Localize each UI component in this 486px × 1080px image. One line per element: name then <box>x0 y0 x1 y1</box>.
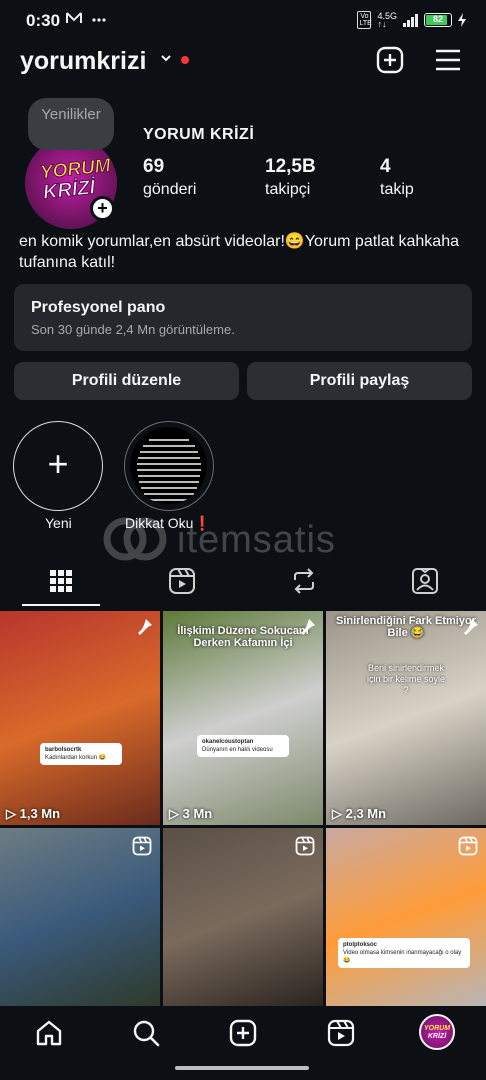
post-comment-overlay: okanelcoustoptan Dünyanın en haklı video… <box>197 735 289 757</box>
charging-icon <box>458 13 466 27</box>
post-views: ▷ 1,3 Mn <box>6 806 61 821</box>
reel-icon <box>458 836 478 856</box>
home-icon[interactable] <box>34 1018 64 1048</box>
edit-profile-button[interactable]: Profili düzenle <box>14 362 239 400</box>
tab-tagged[interactable] <box>410 566 440 596</box>
grid-post-1[interactable]: barbolsocrtk Kadınlardan korkun 😂 ▷ 1,3 … <box>0 611 160 825</box>
highlight-cover-text-thumbnail <box>130 427 207 504</box>
post-comment-overlay: barbolsocrtk Kadınlardan korkun 😂 <box>40 743 122 765</box>
reel-icon <box>295 836 315 856</box>
posts-grid: barbolsocrtk Kadınlardan korkun 😂 ▷ 1,3 … <box>0 611 486 1006</box>
nav-avatar-logo-text: YORUM KRİZİ <box>423 1025 451 1040</box>
profile-nav-avatar[interactable]: YORUM KRİZİ <box>419 1014 455 1050</box>
post-thumbnail <box>0 611 160 825</box>
grid-post-4[interactable] <box>0 828 160 1006</box>
stat-label: gönderi <box>143 181 197 198</box>
stat-label: takipçi <box>265 181 311 198</box>
comment-user: ptolptoksoc <box>343 942 377 948</box>
more-notifications-icon <box>92 18 106 22</box>
post-views: ▷ 2,3 Mn <box>332 806 387 821</box>
comment-user: okanelcoustoptan <box>202 739 254 745</box>
plus-icon: + <box>47 443 69 484</box>
create-post-icon[interactable] <box>228 1018 258 1048</box>
watermark: itemsatis <box>103 517 385 561</box>
stat-label: takip <box>380 181 414 198</box>
comment-text: Kadınlardan korkun 😂 <box>45 755 107 761</box>
highlight-label-new: Yeni <box>45 515 72 531</box>
reel-icon <box>132 836 152 856</box>
post-thumbnail <box>326 611 486 825</box>
view-count: 2,3 Mn <box>345 806 387 821</box>
profile-note[interactable]: Yenilikler <box>28 98 114 150</box>
stat-value: 12,5B <box>265 156 316 177</box>
search-icon[interactable] <box>131 1018 161 1048</box>
post-overlay-text: Beni sinirlendirmek için bir kelime söyl… <box>366 663 446 695</box>
profile-header: yorumkrizi <box>0 42 486 82</box>
share-profile-button[interactable]: Profili paylaş <box>247 362 472 400</box>
comment-text: Dünyanın en haklı videosu <box>202 747 273 753</box>
stat-value: 69 <box>143 156 165 177</box>
profile-tabs <box>0 556 486 608</box>
add-story-icon[interactable]: + <box>90 196 115 221</box>
battery-percent: 82 <box>432 14 443 24</box>
post-comment-overlay: ptolptoksoc Video olmasa kimsenin inanma… <box>338 938 470 968</box>
new-highlight-button[interactable]: + <box>13 421 103 511</box>
active-tab-indicator <box>22 604 100 606</box>
dashboard-title: Profesyonel pano <box>31 299 166 316</box>
notification-dot <box>181 56 189 64</box>
reels-nav-icon[interactable] <box>326 1018 356 1048</box>
chevron-down-icon[interactable] <box>160 52 172 64</box>
display-name: YORUM KRİZİ <box>143 126 255 143</box>
watermark-logo-icon <box>103 517 167 561</box>
view-count: 1,3 Mn <box>19 806 61 821</box>
tab-posts-grid[interactable] <box>46 566 76 596</box>
grid-post-2[interactable]: İlişkimi Düzene Sokucam Derken Kafamın İ… <box>163 611 323 825</box>
stat-followers[interactable]: 12,5B takipçi <box>265 156 316 199</box>
tab-reels[interactable] <box>167 566 197 596</box>
status-bar: 0:30 Vo LTE 4.5G ↑↓ 82 <box>0 0 486 40</box>
comment-user: barbolsocrtk <box>45 747 82 753</box>
pin-icon <box>464 619 478 635</box>
battery-icon: 82 <box>424 13 452 27</box>
status-time: 0:30 <box>26 11 61 30</box>
mail-icon <box>66 12 82 23</box>
view-count: 3 Mn <box>182 806 213 821</box>
stat-following[interactable]: 4 takip <box>380 156 414 199</box>
post-views: ▷ 3 Mn <box>169 806 213 821</box>
signal-icon <box>403 13 418 27</box>
bottom-navigation: YORUM KRİZİ <box>0 1006 486 1062</box>
grid-post-3[interactable]: Sinirlendiğini Fark Etmiyor Bile 😂 Beni … <box>326 611 486 825</box>
profile-bio: en komik yorumlar,en absürt videolar!😄Yo… <box>19 233 459 271</box>
status-notification-icons <box>66 10 106 27</box>
volte-icon: Vo LTE <box>357 11 372 29</box>
dashboard-subtitle: Son 30 günde 2,4 Mn görüntüleme. <box>31 322 235 337</box>
grid-post-5[interactable] <box>163 828 323 1006</box>
create-button[interactable] <box>375 45 405 75</box>
stat-posts[interactable]: 69 gönderi <box>143 156 196 199</box>
username-switcher[interactable]: yorumkrizi <box>20 47 146 76</box>
pin-icon <box>301 619 315 635</box>
grid-post-6[interactable]: ptolptoksoc Video olmasa kimsenin inanma… <box>326 828 486 1006</box>
network-type: 4.5G ↑↓ <box>377 11 397 29</box>
menu-button[interactable] <box>433 45 463 75</box>
comment-text: Video olmasa kimsenin inanmayacağı o ola… <box>343 950 462 964</box>
tab-reposts[interactable] <box>289 566 319 596</box>
stat-value: 4 <box>380 156 391 177</box>
highlight-dikkat-oku[interactable] <box>124 421 214 511</box>
professional-dashboard[interactable]: Profesyonel pano Son 30 günde 2,4 Mn gör… <box>14 284 472 351</box>
home-indicator[interactable] <box>175 1066 309 1070</box>
pin-icon <box>138 619 152 635</box>
